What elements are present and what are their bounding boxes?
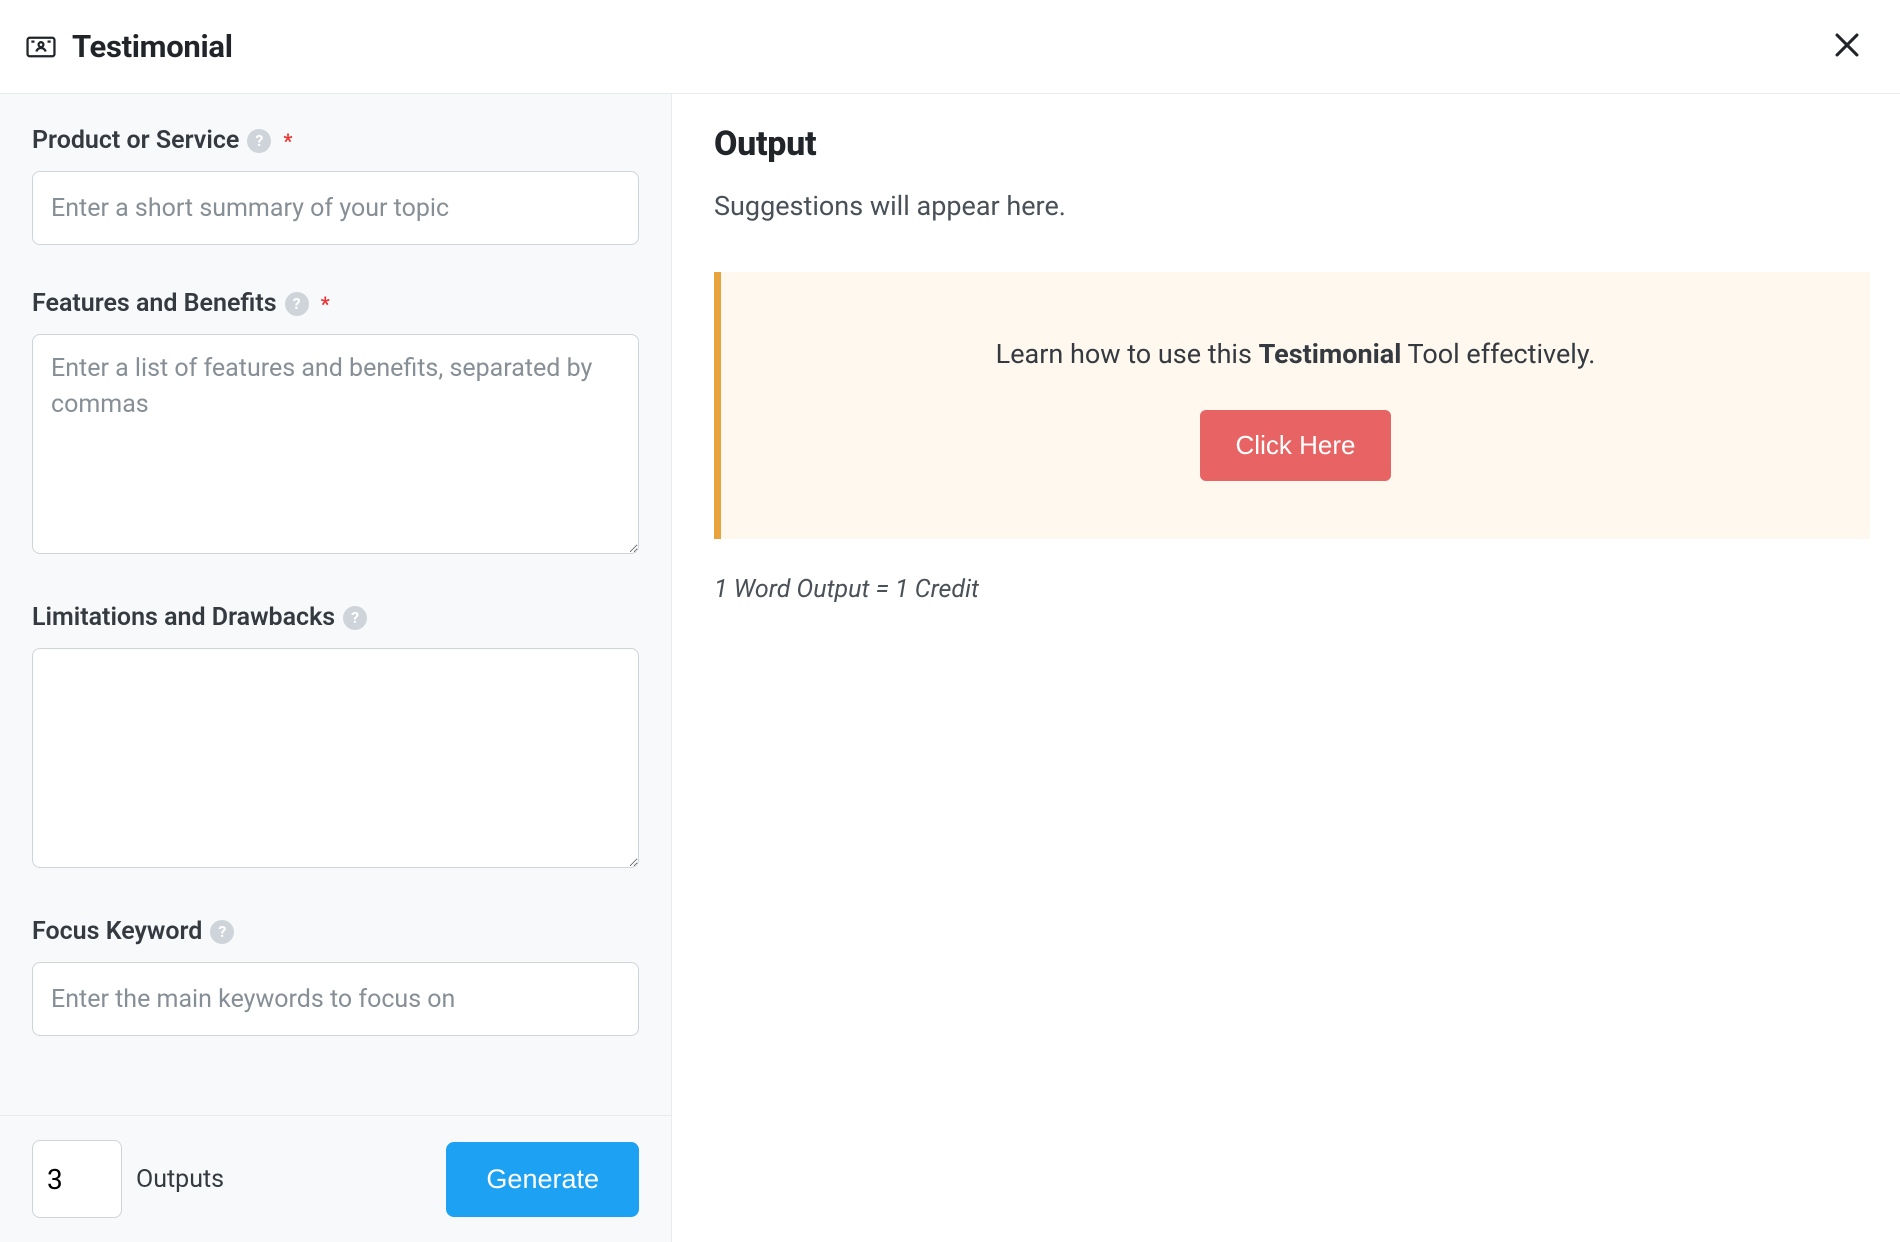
help-icon: ? bbox=[247, 129, 271, 153]
product-group: Product or Service ? * bbox=[32, 126, 639, 245]
product-label: Product or Service bbox=[32, 126, 239, 155]
header-left: Testimonial bbox=[24, 28, 233, 65]
product-input[interactable] bbox=[32, 171, 639, 245]
help-icon: ? bbox=[343, 606, 367, 630]
close-button[interactable] bbox=[1824, 22, 1870, 71]
limitations-input[interactable] bbox=[32, 648, 639, 868]
keyword-label: Focus Keyword bbox=[32, 917, 202, 946]
app-root: Testimonial Product or Service ? * bbox=[0, 0, 1900, 1242]
outputs-count-input[interactable] bbox=[32, 1140, 122, 1218]
close-icon bbox=[1830, 50, 1864, 65]
features-label: Features and Benefits bbox=[32, 289, 277, 318]
callout-strong: Testimonial bbox=[1259, 338, 1402, 370]
keyword-group: Focus Keyword ? bbox=[32, 917, 639, 1036]
header-bar: Testimonial bbox=[0, 0, 1900, 94]
callout-prefix: Learn how to use this bbox=[996, 338, 1259, 370]
required-star: * bbox=[321, 292, 330, 316]
right-panel: Output Suggestions will appear here. Lea… bbox=[672, 94, 1900, 1242]
features-label-row: Features and Benefits ? * bbox=[32, 289, 639, 318]
keyword-label-row: Focus Keyword ? bbox=[32, 917, 639, 946]
credit-note: 1 Word Output = 1 Credit bbox=[714, 575, 1870, 604]
product-label-row: Product or Service ? * bbox=[32, 126, 639, 155]
keyword-input[interactable] bbox=[32, 962, 639, 1036]
output-heading: Output bbox=[714, 124, 1870, 164]
left-footer: Outputs Generate bbox=[0, 1115, 671, 1242]
main-content: Product or Service ? * Features and Bene… bbox=[0, 94, 1900, 1242]
learn-more-button[interactable]: Click Here bbox=[1200, 410, 1392, 481]
limitations-label-row: Limitations and Drawbacks ? bbox=[32, 603, 639, 632]
page-title: Testimonial bbox=[72, 28, 233, 65]
left-panel: Product or Service ? * Features and Bene… bbox=[0, 94, 672, 1242]
features-input[interactable] bbox=[32, 334, 639, 554]
outputs-group: Outputs bbox=[32, 1140, 224, 1218]
form-scroll: Product or Service ? * Features and Bene… bbox=[0, 94, 671, 1115]
outputs-label: Outputs bbox=[136, 1165, 224, 1194]
output-subtitle: Suggestions will appear here. bbox=[714, 190, 1870, 222]
required-star: * bbox=[283, 129, 292, 153]
generate-button[interactable]: Generate bbox=[446, 1142, 639, 1217]
limitations-group: Limitations and Drawbacks ? bbox=[32, 603, 639, 873]
help-icon: ? bbox=[285, 292, 309, 316]
testimonial-icon bbox=[24, 30, 58, 64]
help-icon: ? bbox=[210, 920, 234, 944]
callout-suffix: Tool effectively. bbox=[1401, 338, 1595, 370]
limitations-label: Limitations and Drawbacks bbox=[32, 603, 335, 632]
features-group: Features and Benefits ? * bbox=[32, 289, 639, 559]
learn-callout: Learn how to use this Testimonial Tool e… bbox=[714, 272, 1870, 539]
callout-text: Learn how to use this Testimonial Tool e… bbox=[761, 338, 1830, 370]
